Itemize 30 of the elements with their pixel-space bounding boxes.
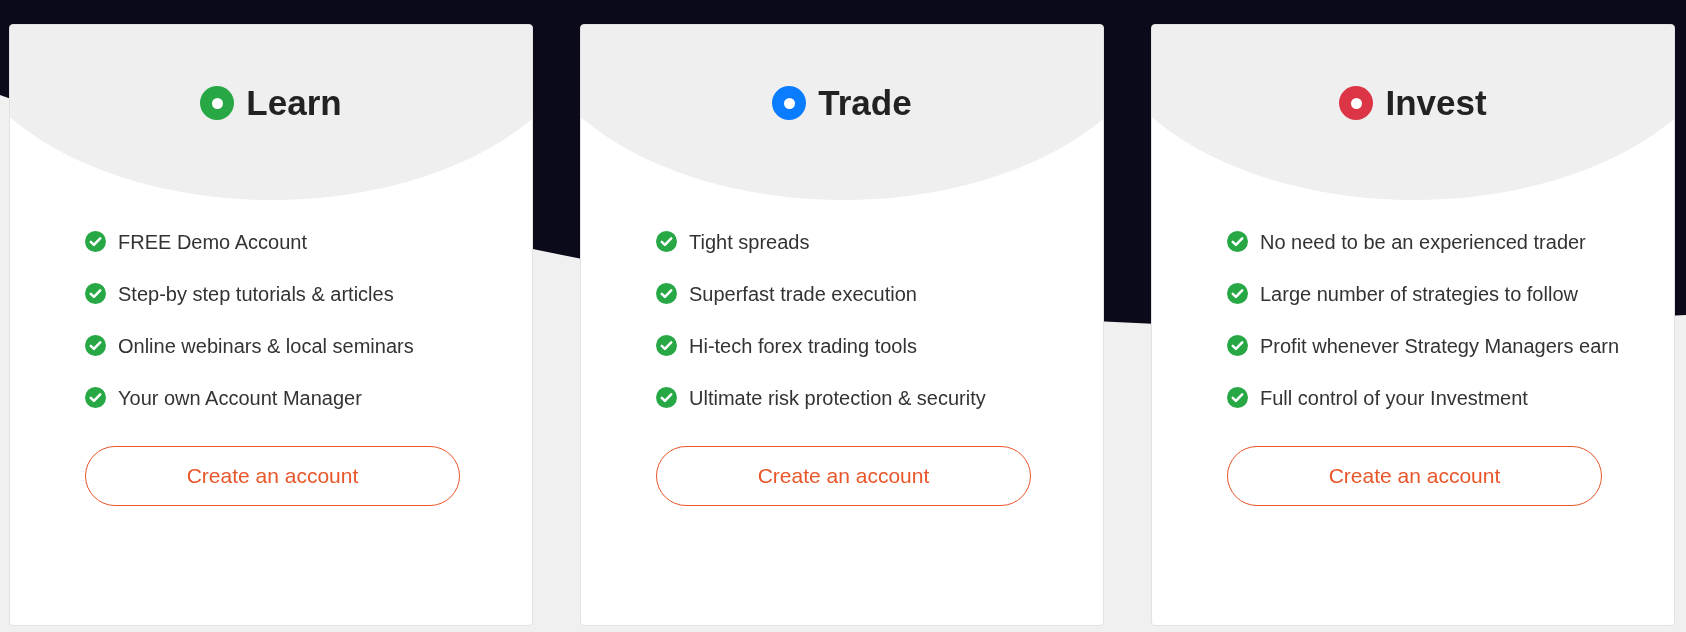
- check-icon: [85, 231, 106, 252]
- plan-title: Invest: [1385, 82, 1487, 124]
- check-icon: [1227, 231, 1248, 252]
- feature-text: Your own Account Manager: [118, 385, 362, 410]
- feature-text: Hi-tech forex trading tools: [689, 333, 917, 358]
- feature-text: Ultimate risk protection & security: [689, 385, 986, 410]
- check-icon: [1227, 335, 1248, 356]
- feature-text: Superfast trade execution: [689, 281, 917, 306]
- check-icon: [1227, 283, 1248, 304]
- plan-title: Learn: [246, 82, 342, 124]
- check-icon: [85, 387, 106, 408]
- feature-text: Profit whenever Strategy Managers earn: [1260, 333, 1620, 358]
- feature-text: Full control of your Investment: [1260, 385, 1528, 410]
- check-icon: [85, 335, 106, 356]
- create-account-button[interactable]: Create an account: [1227, 445, 1602, 506]
- feature-text: Large number of strategies to follow: [1260, 281, 1578, 306]
- feature-text: Online webinars & local seminars: [118, 333, 414, 358]
- feature-text: Tight spreads: [689, 229, 810, 254]
- check-icon: [656, 335, 677, 356]
- feature-text: No need to be an experienced trader: [1260, 229, 1586, 254]
- create-account-button[interactable]: Create an account: [85, 445, 460, 506]
- check-icon: [656, 283, 677, 304]
- check-icon: [656, 231, 677, 252]
- feature-text: FREE Demo Account: [118, 229, 307, 254]
- plan-title: Trade: [818, 82, 912, 124]
- feature-text: Step-by step tutorials & articles: [118, 281, 394, 306]
- check-icon: [656, 387, 677, 408]
- check-icon: [85, 283, 106, 304]
- create-account-button[interactable]: Create an account: [656, 445, 1031, 506]
- check-icon: [1227, 387, 1248, 408]
